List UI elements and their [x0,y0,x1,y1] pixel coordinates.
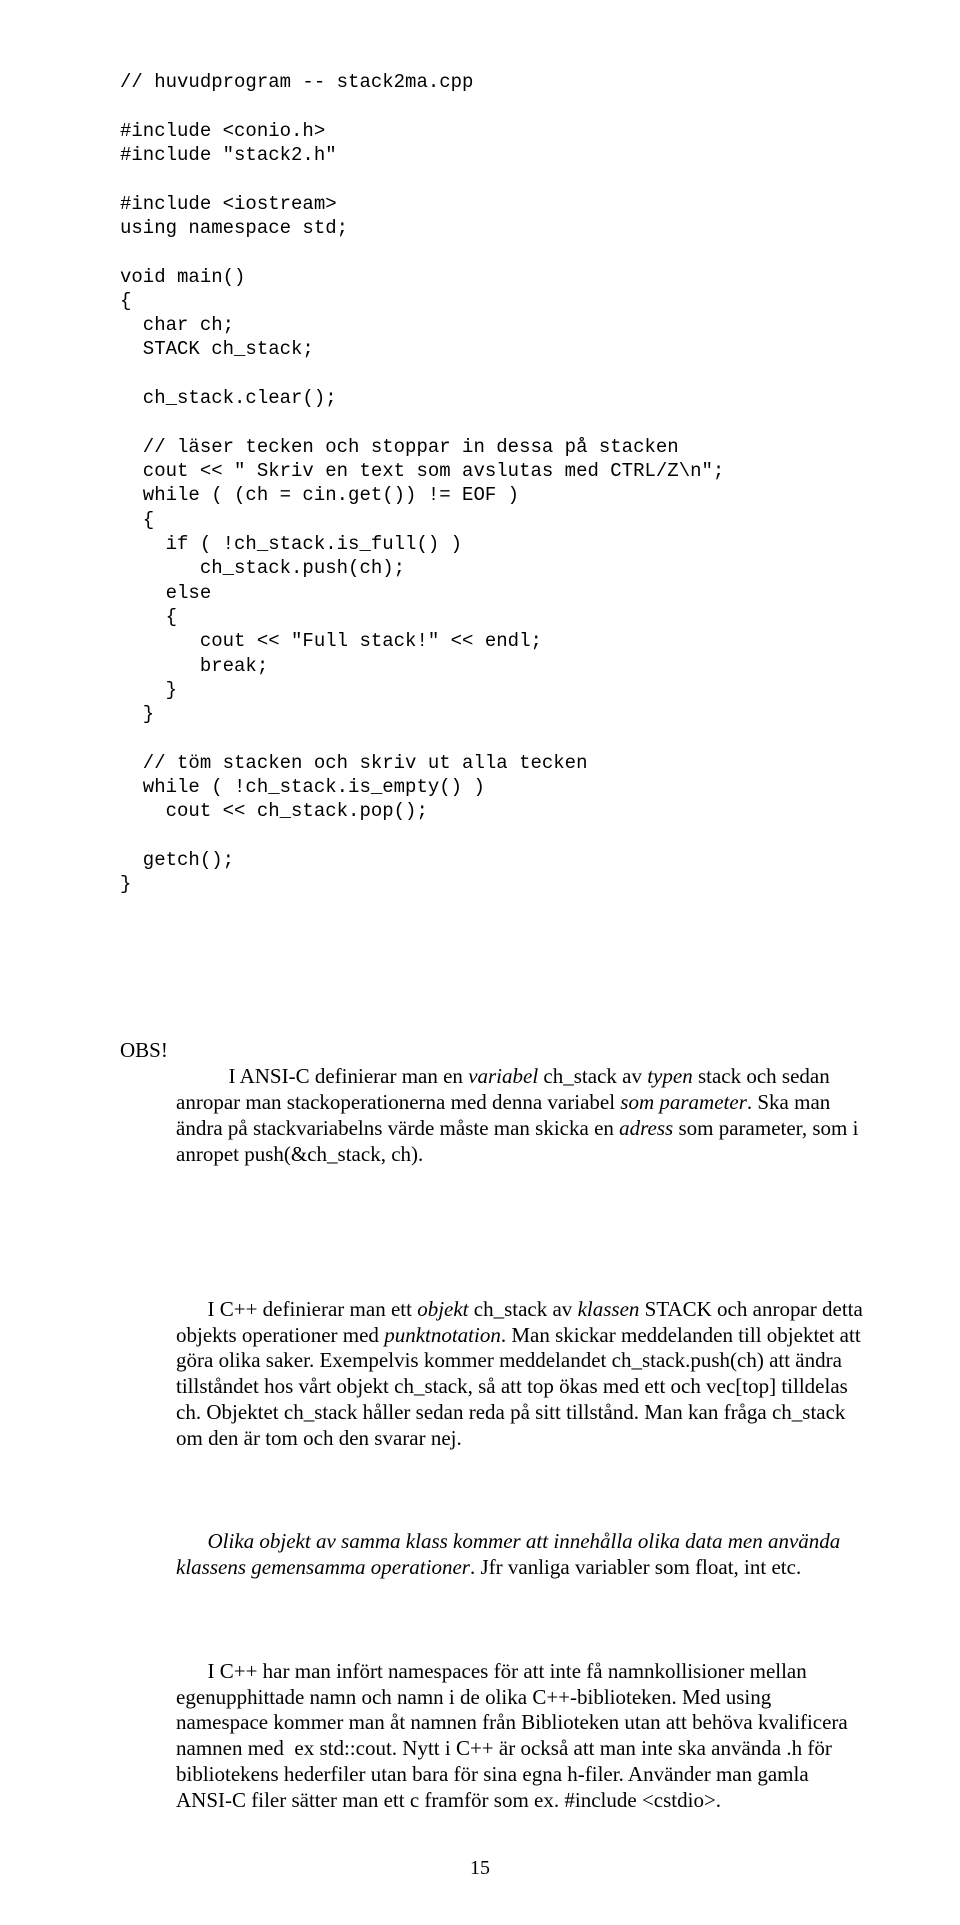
code-block: // huvudprogram -- stack2ma.cpp #include… [120,70,865,897]
document-page: // huvudprogram -- stack2ma.cpp #include… [0,0,960,1925]
paragraph-3: Olika objekt av samma klass kommer att i… [120,1504,865,1607]
text-italic: typen [647,1064,692,1088]
text-italic: objekt [417,1297,468,1321]
paragraph-2: I C++ definierar man ett objekt ch_stack… [120,1271,865,1478]
text-italic: adress [619,1116,673,1140]
prose-section: OBS! I ANSI-C definierar man en variabel… [120,987,865,1840]
text-italic: punktnotation [384,1323,501,1347]
text: . Jfr vanliga variabler som float, int e… [470,1555,801,1579]
text: I C++ definierar man ett [208,1297,418,1321]
text-italic: variabel [468,1064,538,1088]
obs-label: OBS! [120,1038,176,1064]
page-number: 15 [0,1857,960,1880]
paragraph-4: I C++ har man infört namespaces för att … [120,1633,865,1840]
text: I C++ har man infört namespaces för att … [176,1659,853,1812]
text: I ANSI-C definierar man en [229,1064,469,1088]
paragraph-1: OBS! I ANSI-C definierar man en variabel… [120,987,865,1245]
text: ch_stack av [538,1064,647,1088]
text-italic: som parameter [620,1090,747,1114]
text: ch_stack av [469,1297,578,1321]
text-italic: klassen [578,1297,640,1321]
